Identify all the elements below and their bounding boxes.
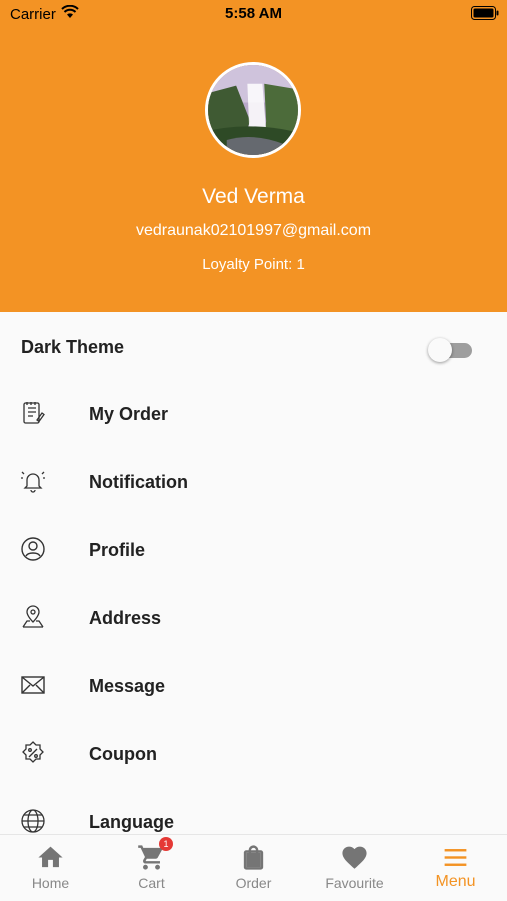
menu-item-label: Address — [89, 608, 162, 628]
nav-label: Menu — [435, 873, 476, 890]
user-email: vedraunak02101997@gmail.com — [135, 222, 372, 239]
heart-icon — [340, 843, 369, 872]
nav-menu[interactable]: Menu — [405, 835, 506, 901]
order-list-icon — [20, 400, 46, 426]
user-name: Ved Verma — [202, 185, 305, 208]
menu-item-notification[interactable]: Notification — [0, 450, 507, 518]
menu-item-label: My Order — [89, 404, 169, 424]
nav-home[interactable]: Home — [0, 835, 101, 901]
bottom-nav: Home 1 Cart Order Favourite Menu — [0, 834, 507, 900]
menu-item-label: Coupon — [89, 744, 157, 764]
menu-item-coupon[interactable]: Coupon — [0, 722, 507, 790]
menu-item-language[interactable]: Language — [0, 790, 507, 834]
menu-item-label: Message — [89, 676, 166, 696]
nav-label: Order — [235, 875, 272, 891]
profile-header: Carrier 5:58 AM Ved Verma vedraunak02101… — [0, 0, 507, 312]
loyalty-points: Loyalty Point: 1 — [202, 256, 305, 273]
nav-label: Favourite — [325, 875, 384, 891]
shopping-bag-icon — [239, 843, 268, 872]
menu-item-address[interactable]: Address — [0, 586, 507, 654]
battery-icon — [471, 6, 499, 20]
coupon-icon — [20, 740, 46, 766]
globe-icon — [20, 808, 46, 834]
nav-label: Cart — [138, 875, 165, 891]
dark-theme-row: Dark Theme — [0, 312, 507, 382]
menu-icon — [441, 843, 470, 872]
menu-item-label: Language — [89, 812, 175, 832]
bell-icon — [20, 468, 46, 494]
dark-theme-label: Dark Theme — [21, 337, 125, 357]
status-bar: Carrier 5:58 AM — [0, 0, 507, 28]
home-icon — [36, 843, 65, 872]
cart-count-badge: 1 — [159, 837, 173, 851]
user-circle-icon — [20, 536, 46, 562]
menu-list: My Order Notification Profile Address Me… — [0, 382, 507, 834]
map-pin-icon — [20, 604, 46, 630]
avatar[interactable] — [205, 62, 301, 158]
status-time: 5:58 AM — [225, 5, 282, 22]
menu-item-my-order[interactable]: My Order — [0, 382, 507, 450]
nav-order[interactable]: Order — [203, 835, 304, 901]
toggle-knob — [428, 338, 452, 362]
menu-item-message[interactable]: Message — [0, 654, 507, 722]
menu-item-profile[interactable]: Profile — [0, 518, 507, 586]
nav-cart[interactable]: 1 Cart — [101, 835, 202, 901]
menu-item-label: Notification — [89, 472, 188, 492]
menu-item-label: Profile — [89, 540, 146, 560]
nav-favourite[interactable]: Favourite — [304, 835, 405, 901]
dark-theme-toggle[interactable] — [428, 338, 472, 362]
nav-label: Home — [31, 875, 70, 891]
envelope-icon — [20, 672, 46, 698]
